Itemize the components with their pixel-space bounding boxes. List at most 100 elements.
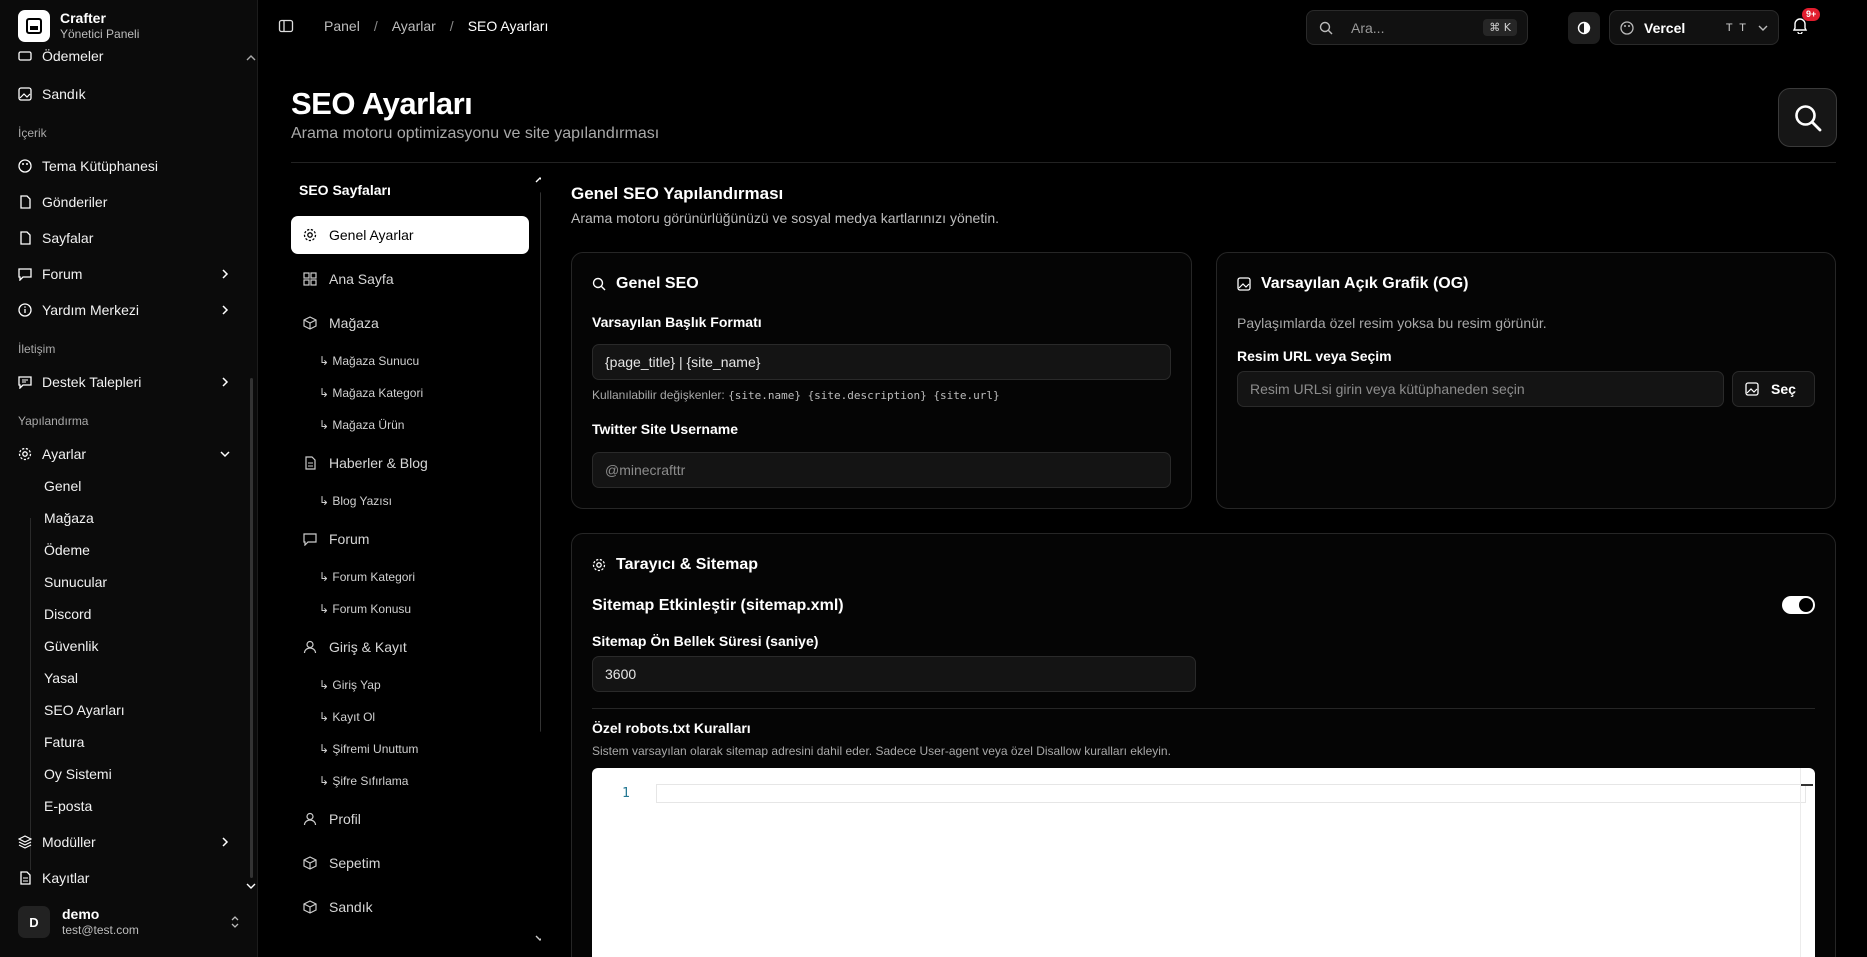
sidebar-section-contact: İletişim	[18, 342, 56, 356]
sidebar-item-label: Kayıtlar	[42, 870, 90, 886]
seo-nav-magaza-urun[interactable]: ↳ Mağaza Ürün	[319, 418, 404, 432]
robots-hint: Sistem varsayılan olarak sitemap adresin…	[592, 744, 1171, 758]
title-format-input[interactable]: {page_title} | {site_name}	[592, 344, 1171, 380]
provider-select[interactable]: Vercel T T	[1609, 10, 1779, 45]
title-format-label: Varsayılan Başlık Formatı	[592, 314, 762, 330]
sidebar-item-sandik[interactable]: Sandık	[18, 80, 230, 108]
seo-nav-sifre-sifirlama[interactable]: ↳ Şifre Sıfırlama	[319, 774, 408, 788]
seo-nav-forum-kategori[interactable]: ↳ Forum Kategori	[319, 570, 415, 584]
sidebar-item-label: Gönderiler	[42, 194, 108, 210]
sidebar-item-label: Forum	[42, 266, 83, 282]
user-name: demo	[62, 906, 100, 922]
sidebar-subitem-genel[interactable]: Genel	[44, 474, 81, 498]
user-email: test@test.com	[62, 923, 139, 937]
sidebar-item-sayfalar[interactable]: Sayfalar	[18, 224, 230, 252]
sidebar-item-ayarlar[interactable]: Ayarlar	[18, 440, 230, 468]
seo-nav-sandik[interactable]: Sandık	[291, 888, 529, 926]
theme-toggle-button[interactable]	[1568, 12, 1600, 44]
sidebar-item-kayitlar[interactable]: Kayıtlar	[18, 864, 230, 892]
og-select-label: Seç	[1771, 381, 1796, 397]
breadcrumb-ayarlar[interactable]: Ayarlar	[392, 18, 436, 34]
breadcrumb-current: SEO Ayarları	[467, 18, 549, 34]
sidebar-item-yardim[interactable]: Yardım Merkezi	[18, 296, 230, 324]
seo-nav-scrollbar[interactable]	[540, 192, 541, 732]
brand[interactable]: Crafter Yönetici Paneli	[18, 10, 139, 42]
sidebar-item-label: Sandık	[42, 86, 86, 102]
sidebar-subitem-odeme[interactable]: Ödeme	[44, 538, 90, 562]
sidebar-section-config: Yapılandırma	[18, 414, 89, 428]
seo-nav-forum[interactable]: Forum	[291, 520, 529, 558]
sidebar-item-odemeler[interactable]: Ödemeler	[18, 48, 230, 70]
sidebar: Crafter Yönetici Paneli Ödemeler Sandık …	[0, 0, 258, 957]
layers-icon	[18, 835, 32, 849]
submenu-guide-line	[30, 518, 31, 870]
sidebar-section-content: İçerik	[18, 126, 47, 140]
seo-nav-magaza-kategori[interactable]: ↳ Mağaza Kategori	[319, 386, 423, 400]
seo-nav-magaza[interactable]: Mağaza	[291, 304, 529, 342]
user-menu[interactable]: D demo test@test.com	[18, 906, 240, 938]
user-icon	[303, 640, 317, 654]
sidebar-toggle-icon[interactable]	[278, 18, 294, 34]
editor-current-line[interactable]	[656, 784, 1806, 803]
breadcrumb-panel[interactable]: Panel	[324, 18, 360, 34]
search-input[interactable]: Ara... ⌘ K	[1306, 10, 1528, 45]
support-icon	[18, 375, 32, 389]
header-divider	[291, 162, 1836, 163]
card-title-text: Tarayıcı & Sitemap	[616, 556, 758, 573]
seo-nav-giris[interactable]: Giriş & Kayıt	[291, 628, 529, 666]
sidebar-item-tema[interactable]: Tema Kütüphanesi	[18, 152, 230, 180]
sidebar-item-label: Yardım Merkezi	[42, 302, 139, 318]
seo-nav-ana[interactable]: Ana Sayfa	[291, 260, 529, 298]
search-icon	[592, 277, 606, 291]
twitter-username-input[interactable]: @minecrafttr	[592, 452, 1171, 488]
sidebar-subitem-sunucular[interactable]: Sunucular	[44, 570, 107, 594]
sitemap-cache-input[interactable]: 3600	[592, 656, 1196, 692]
image-icon	[1237, 277, 1251, 291]
scroll-down-icon[interactable]	[246, 882, 256, 890]
sidebar-subitem-yasal[interactable]: Yasal	[44, 666, 78, 690]
seo-nav-blog-yazisi[interactable]: ↳ Blog Yazısı	[319, 494, 392, 508]
og-select-button[interactable]: Seç	[1732, 371, 1815, 407]
search-button[interactable]	[1778, 88, 1837, 147]
sidebar-subitem-fatura[interactable]: Fatura	[44, 730, 84, 754]
seo-nav-forum-konusu[interactable]: ↳ Forum Konusu	[319, 602, 411, 616]
document-icon	[18, 195, 32, 209]
seo-nav-sepet[interactable]: Sepetim	[291, 844, 529, 882]
seo-nav-magaza-sunucu[interactable]: ↳ Mağaza Sunucu	[319, 354, 419, 368]
sidebar-subitem-discord[interactable]: Discord	[44, 602, 91, 626]
scroll-down-icon[interactable]	[535, 934, 541, 942]
robots-label: Özel robots.txt Kuralları	[592, 720, 751, 736]
editor-scroll-marker	[1801, 784, 1813, 786]
scroll-up-icon[interactable]	[246, 54, 256, 62]
og-image-input[interactable]: Resim URLsi girin veya kütüphaneden seçi…	[1237, 371, 1724, 407]
chevron-right-icon	[220, 269, 230, 279]
robots-code-editor[interactable]: 1	[592, 768, 1815, 957]
sidebar-subitem-oy[interactable]: Oy Sistemi	[44, 762, 112, 786]
sidebar-subitem-eposta[interactable]: E-posta	[44, 794, 92, 818]
contrast-icon	[1577, 21, 1591, 35]
sitemap-toggle[interactable]	[1782, 596, 1815, 614]
sidebar-scrollbar[interactable]	[250, 378, 253, 878]
search-placeholder: Ara...	[1351, 19, 1385, 36]
seo-nav-heading: SEO Sayfaları	[299, 182, 391, 198]
breadcrumb-separator: /	[373, 18, 378, 34]
sidebar-item-destek[interactable]: Destek Talepleri	[18, 368, 230, 396]
seo-nav-genel[interactable]: Genel Ayarlar	[291, 216, 529, 254]
seo-nav-kayit-ol[interactable]: ↳ Kayıt Ol	[319, 710, 375, 724]
sidebar-subitem-seo[interactable]: SEO Ayarları	[44, 698, 125, 722]
sidebar-item-gonderiler[interactable]: Gönderiler	[18, 188, 230, 216]
seo-nav-haberler[interactable]: Haberler & Blog	[291, 444, 529, 482]
seo-nav-sifremi-unuttum[interactable]: ↳ Şifremi Unuttum	[319, 742, 418, 756]
scroll-up-icon[interactable]	[535, 176, 541, 184]
seo-nav-profil[interactable]: Profil	[291, 800, 529, 838]
chevrons-up-down-icon	[230, 915, 240, 929]
sidebar-item-forum[interactable]: Forum	[18, 260, 230, 288]
seo-nav-giris-yap[interactable]: ↳ Giriş Yap	[319, 678, 381, 692]
gear-icon	[18, 447, 32, 461]
sidebar-item-moduller[interactable]: Modüller	[18, 828, 230, 856]
chevron-down-icon	[1758, 23, 1768, 33]
variables-list: {site.name} {site.description} {site.url…	[728, 389, 1000, 402]
sidebar-nav: Ödemeler Sandık İçerik Tema Kütüphanesi …	[0, 48, 258, 898]
sidebar-subitem-guvenlik[interactable]: Güvenlik	[44, 634, 98, 658]
sidebar-subitem-magaza[interactable]: Mağaza	[44, 506, 94, 530]
